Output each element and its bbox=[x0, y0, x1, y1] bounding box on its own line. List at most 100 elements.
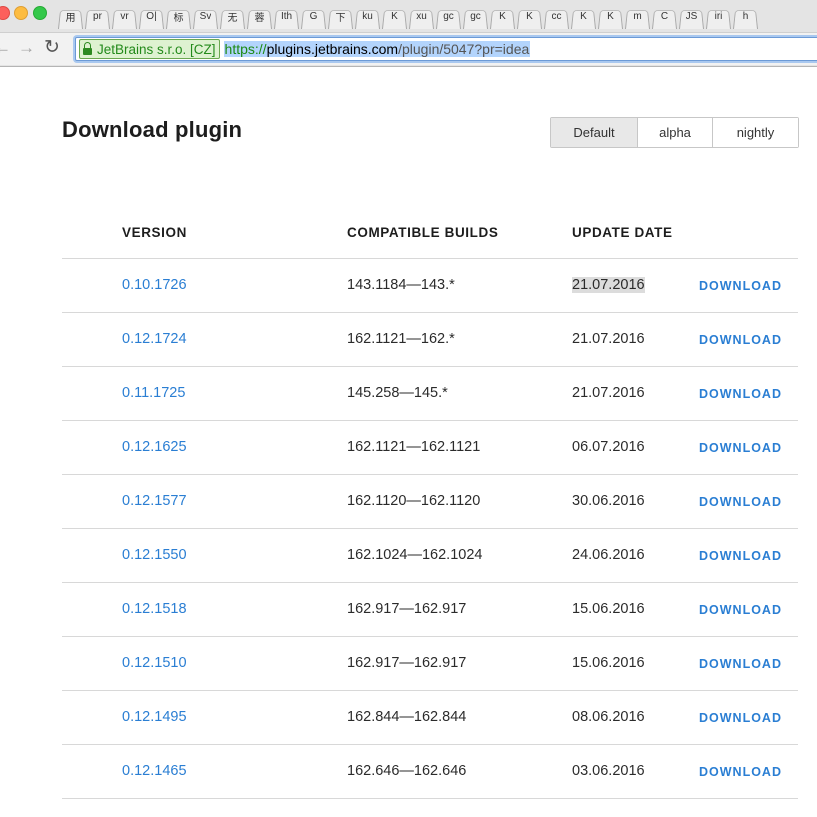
compatible-builds-cell: 162.1121—162.1121 bbox=[347, 439, 481, 455]
table-row: 0.12.1510 162.917—162.917 15.06.2016 DOWNLO… bbox=[62, 637, 798, 691]
update-date-cell: 06.07.2016 bbox=[572, 439, 645, 455]
browser-tab-label: 用 bbox=[65, 13, 76, 24]
browser-tab[interactable]: m bbox=[625, 4, 650, 29]
url-scheme: https:// bbox=[224, 41, 267, 57]
version-link[interactable]: 0.12.1724 bbox=[122, 331, 187, 347]
browser-tab[interactable]: 下 bbox=[328, 4, 353, 29]
url-path: /plugin/5047?pr=idea bbox=[398, 41, 530, 57]
version-link[interactable]: 0.12.1625 bbox=[122, 439, 187, 455]
browser-tab[interactable]: JS bbox=[679, 4, 704, 29]
address-bar[interactable]: JetBrains s.r.o. [CZ] https://plugins.je… bbox=[75, 37, 817, 61]
minimize-window-button[interactable] bbox=[14, 6, 28, 20]
browser-tab[interactable]: cc bbox=[544, 4, 569, 29]
browser-tab[interactable]: G bbox=[301, 4, 326, 29]
browser-tab[interactable]: xu bbox=[409, 4, 434, 29]
browser-tab[interactable]: gc bbox=[463, 4, 488, 29]
version-link[interactable]: 0.12.1518 bbox=[122, 601, 187, 617]
browser-tab-label: vr bbox=[120, 11, 129, 22]
table-row: 0.12.1465 162.646—162.646 03.06.2016 DOWNLO… bbox=[62, 745, 798, 799]
page-title: Download plugin bbox=[62, 117, 243, 142]
version-link[interactable]: 0.11.1725 bbox=[122, 385, 185, 401]
table-row: 0.12.1550 162.1024—162.1024 24.06.2016 DOWN… bbox=[62, 529, 798, 583]
browser-tab[interactable]: 无 bbox=[220, 4, 245, 29]
channel-alpha-button[interactable]: alpha bbox=[637, 118, 712, 147]
browser-tab[interactable]: ku bbox=[355, 4, 380, 29]
download-link[interactable]: DOWNLOAD bbox=[699, 711, 782, 725]
browser-tab-label: xu bbox=[416, 11, 427, 22]
download-link[interactable]: DOWNLOAD bbox=[699, 549, 782, 563]
browser-tab[interactable]: K bbox=[382, 4, 407, 29]
download-link[interactable]: DOWNLOAD bbox=[699, 765, 782, 779]
forward-arrow-icon[interactable]: → bbox=[18, 39, 35, 57]
browser-tab-label: K bbox=[526, 11, 533, 22]
browser-tab-label: 蓉 bbox=[254, 13, 265, 24]
browser-tab[interactable]: h bbox=[733, 4, 758, 29]
browser-tab-label: Sv bbox=[199, 11, 212, 22]
reload-icon[interactable]: ↻ bbox=[44, 38, 60, 57]
browser-tab-label: JS bbox=[685, 11, 698, 22]
download-link[interactable]: DOWNLOAD bbox=[699, 495, 782, 509]
browser-tab[interactable]: K bbox=[490, 4, 515, 29]
download-link[interactable]: DOWNLOAD bbox=[699, 279, 782, 293]
download-link[interactable]: DOWNLOAD bbox=[699, 333, 782, 347]
browser-tab[interactable]: C bbox=[652, 4, 677, 29]
browser-tab[interactable]: K bbox=[517, 4, 542, 29]
table-row: 0.12.1577 162.1120—162.1120 30.06.2016 DOWN… bbox=[62, 475, 798, 529]
version-link[interactable]: 0.10.1726 bbox=[122, 277, 187, 293]
close-window-button[interactable] bbox=[0, 6, 10, 20]
browser-tab[interactable]: K bbox=[571, 4, 596, 29]
browser-tab[interactable]: pr bbox=[85, 4, 110, 29]
browser-tab-label: 下 bbox=[335, 13, 346, 24]
update-date-cell: 08.06.2016 bbox=[572, 709, 645, 725]
browser-tab-label: K bbox=[580, 11, 587, 22]
browser-tab-label: K bbox=[391, 11, 398, 22]
compatible-builds-cell: 162.844—162.844 bbox=[347, 709, 467, 725]
browser-tab[interactable]: Sv bbox=[193, 4, 218, 29]
lock-icon bbox=[83, 41, 92, 55]
download-link[interactable]: DOWNLOAD bbox=[699, 387, 782, 401]
version-link[interactable]: 0.12.1495 bbox=[122, 709, 187, 725]
ev-organization-label: JetBrains s.r.o. [CZ] bbox=[97, 41, 216, 57]
channel-default-button[interactable]: Default bbox=[551, 118, 637, 147]
browser-tab[interactable]: 标 bbox=[166, 4, 191, 29]
browser-tab-label: pr bbox=[93, 11, 102, 22]
zoom-window-button[interactable] bbox=[33, 6, 47, 20]
browser-tab-label: K bbox=[607, 11, 614, 22]
browser-tab[interactable]: gc bbox=[436, 4, 461, 29]
table-row: 0.11.1725 145.258—145.* 21.07.2016 DOWNLOAD bbox=[62, 367, 798, 421]
table-body: 0.10.1726 143.1184—143.* 21.07.2016 DOWNLOA… bbox=[62, 259, 798, 799]
update-date-cell: 30.06.2016 bbox=[572, 493, 645, 509]
browser-tab[interactable]: vr bbox=[112, 4, 137, 29]
download-link[interactable]: DOWNLOAD bbox=[699, 441, 782, 455]
version-link[interactable]: 0.12.1510 bbox=[122, 655, 187, 671]
update-date-cell: 21.07.2016 bbox=[572, 385, 645, 401]
browser-tab[interactable]: O| bbox=[139, 4, 164, 29]
browser-tab[interactable]: 用 bbox=[58, 4, 83, 29]
table-row: 0.12.1495 162.844—162.844 08.06.2016 DOWNLO… bbox=[62, 691, 798, 745]
browser-tab-label: ku bbox=[362, 11, 373, 22]
version-link[interactable]: 0.12.1465 bbox=[122, 763, 187, 779]
version-link[interactable]: 0.12.1550 bbox=[122, 547, 187, 563]
version-link[interactable]: 0.12.1577 bbox=[122, 493, 187, 509]
back-arrow-icon[interactable]: ← bbox=[0, 39, 11, 57]
browser-tab-label: gc bbox=[470, 11, 481, 22]
download-link[interactable]: DOWNLOAD bbox=[699, 657, 782, 671]
browser-tab-label: 标 bbox=[173, 13, 184, 24]
browser-tab[interactable]: K bbox=[598, 4, 623, 29]
update-date-cell: 21.07.2016 bbox=[572, 331, 645, 347]
browser-tab-label: gc bbox=[443, 11, 454, 22]
browser-tab[interactable]: iri bbox=[706, 4, 731, 29]
table-row: 0.12.1518 162.917—162.917 15.06.2016 DOWNLO… bbox=[62, 583, 798, 637]
compatible-builds-cell: 162.1024—162.1024 bbox=[347, 547, 483, 563]
ev-certificate-badge[interactable]: JetBrains s.r.o. [CZ] bbox=[79, 39, 220, 59]
browser-tab[interactable]: Ith bbox=[274, 4, 299, 29]
update-date-cell: 21.07.2016 bbox=[572, 277, 645, 293]
table-row: 0.10.1726 143.1184—143.* 21.07.2016 DOWNLOA… bbox=[62, 259, 798, 313]
compatible-builds-cell: 162.646—162.646 bbox=[347, 763, 467, 779]
browser-tab-label: 无 bbox=[227, 13, 238, 24]
channel-nightly-button[interactable]: nightly bbox=[712, 118, 798, 147]
compatible-builds-cell: 162.1120—162.1120 bbox=[347, 493, 481, 509]
url-text[interactable]: https://plugins.jetbrains.com/plugin/504… bbox=[223, 41, 531, 57]
browser-tab[interactable]: 蓉 bbox=[247, 4, 272, 29]
download-link[interactable]: DOWNLOAD bbox=[699, 603, 782, 617]
